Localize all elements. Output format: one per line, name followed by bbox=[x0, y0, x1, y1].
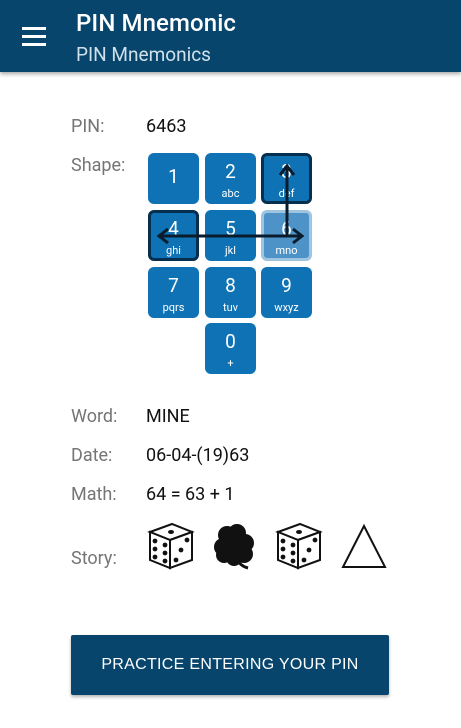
key-letters: abc bbox=[221, 187, 240, 200]
key-number: 4 bbox=[168, 217, 179, 240]
word-value: MINE bbox=[146, 406, 190, 427]
math-label: Math: bbox=[71, 484, 117, 505]
key-letters: def bbox=[278, 187, 295, 200]
key-letters: + bbox=[227, 357, 234, 370]
keypad: 1 2 abc 3 def 4 ghi 5 jkl 6 mno 7 pqrs 8… bbox=[148, 153, 314, 377]
key-0[interactable]: 0 + bbox=[205, 323, 256, 374]
dice-six-icon bbox=[147, 522, 195, 570]
story-icons bbox=[146, 520, 396, 572]
key-letters: jkl bbox=[225, 244, 236, 257]
shape-label: Shape: bbox=[71, 155, 126, 176]
pin-label: PIN: bbox=[71, 116, 105, 137]
word-label: Word: bbox=[71, 406, 118, 427]
key-number: 0 bbox=[225, 330, 236, 353]
key-number: 6 bbox=[281, 217, 292, 240]
key-number: 5 bbox=[225, 217, 236, 240]
key-letters: pqrs bbox=[162, 301, 185, 314]
dice-six-icon bbox=[275, 522, 323, 570]
app-title: PIN Mnemonic bbox=[76, 9, 237, 37]
key-number: 1 bbox=[168, 165, 179, 188]
story-label: Story: bbox=[71, 548, 117, 569]
key-1[interactable]: 1 bbox=[148, 153, 199, 204]
key-number: 2 bbox=[225, 160, 236, 183]
date-label: Date: bbox=[71, 445, 113, 466]
key-number: 9 bbox=[281, 274, 292, 297]
hamburger-menu-icon[interactable] bbox=[22, 27, 48, 47]
key-7[interactable]: 7 pqrs bbox=[148, 267, 199, 318]
app-subtitle: PIN Mnemonics bbox=[76, 43, 211, 66]
key-9[interactable]: 9 wxyz bbox=[261, 267, 312, 318]
key-number: 7 bbox=[168, 274, 179, 297]
practice-entering-pin-button[interactable]: PRACTICE ENTERING YOUR PIN bbox=[71, 635, 389, 695]
clover-icon bbox=[214, 524, 254, 570]
key-number: 3 bbox=[281, 160, 292, 183]
triangle-icon bbox=[341, 523, 387, 568]
key-6[interactable]: 6 mno bbox=[261, 210, 312, 261]
key-letters: ghi bbox=[166, 244, 181, 257]
math-value: 64 = 63 + 1 bbox=[146, 484, 235, 505]
key-8[interactable]: 8 tuv bbox=[205, 267, 256, 318]
key-5[interactable]: 5 jkl bbox=[205, 210, 256, 261]
key-number: 8 bbox=[225, 274, 236, 297]
key-letters: wxyz bbox=[274, 301, 299, 314]
app-bar: PIN Mnemonic PIN Mnemonics bbox=[0, 0, 461, 72]
key-2[interactable]: 2 abc bbox=[205, 153, 256, 204]
key-3[interactable]: 3 def bbox=[261, 153, 312, 204]
key-letters: tuv bbox=[223, 301, 238, 314]
date-value: 06-04-(19)63 bbox=[146, 445, 250, 466]
pin-value: 6463 bbox=[146, 116, 187, 137]
key-letters: mno bbox=[275, 244, 298, 257]
key-4[interactable]: 4 ghi bbox=[148, 210, 199, 261]
